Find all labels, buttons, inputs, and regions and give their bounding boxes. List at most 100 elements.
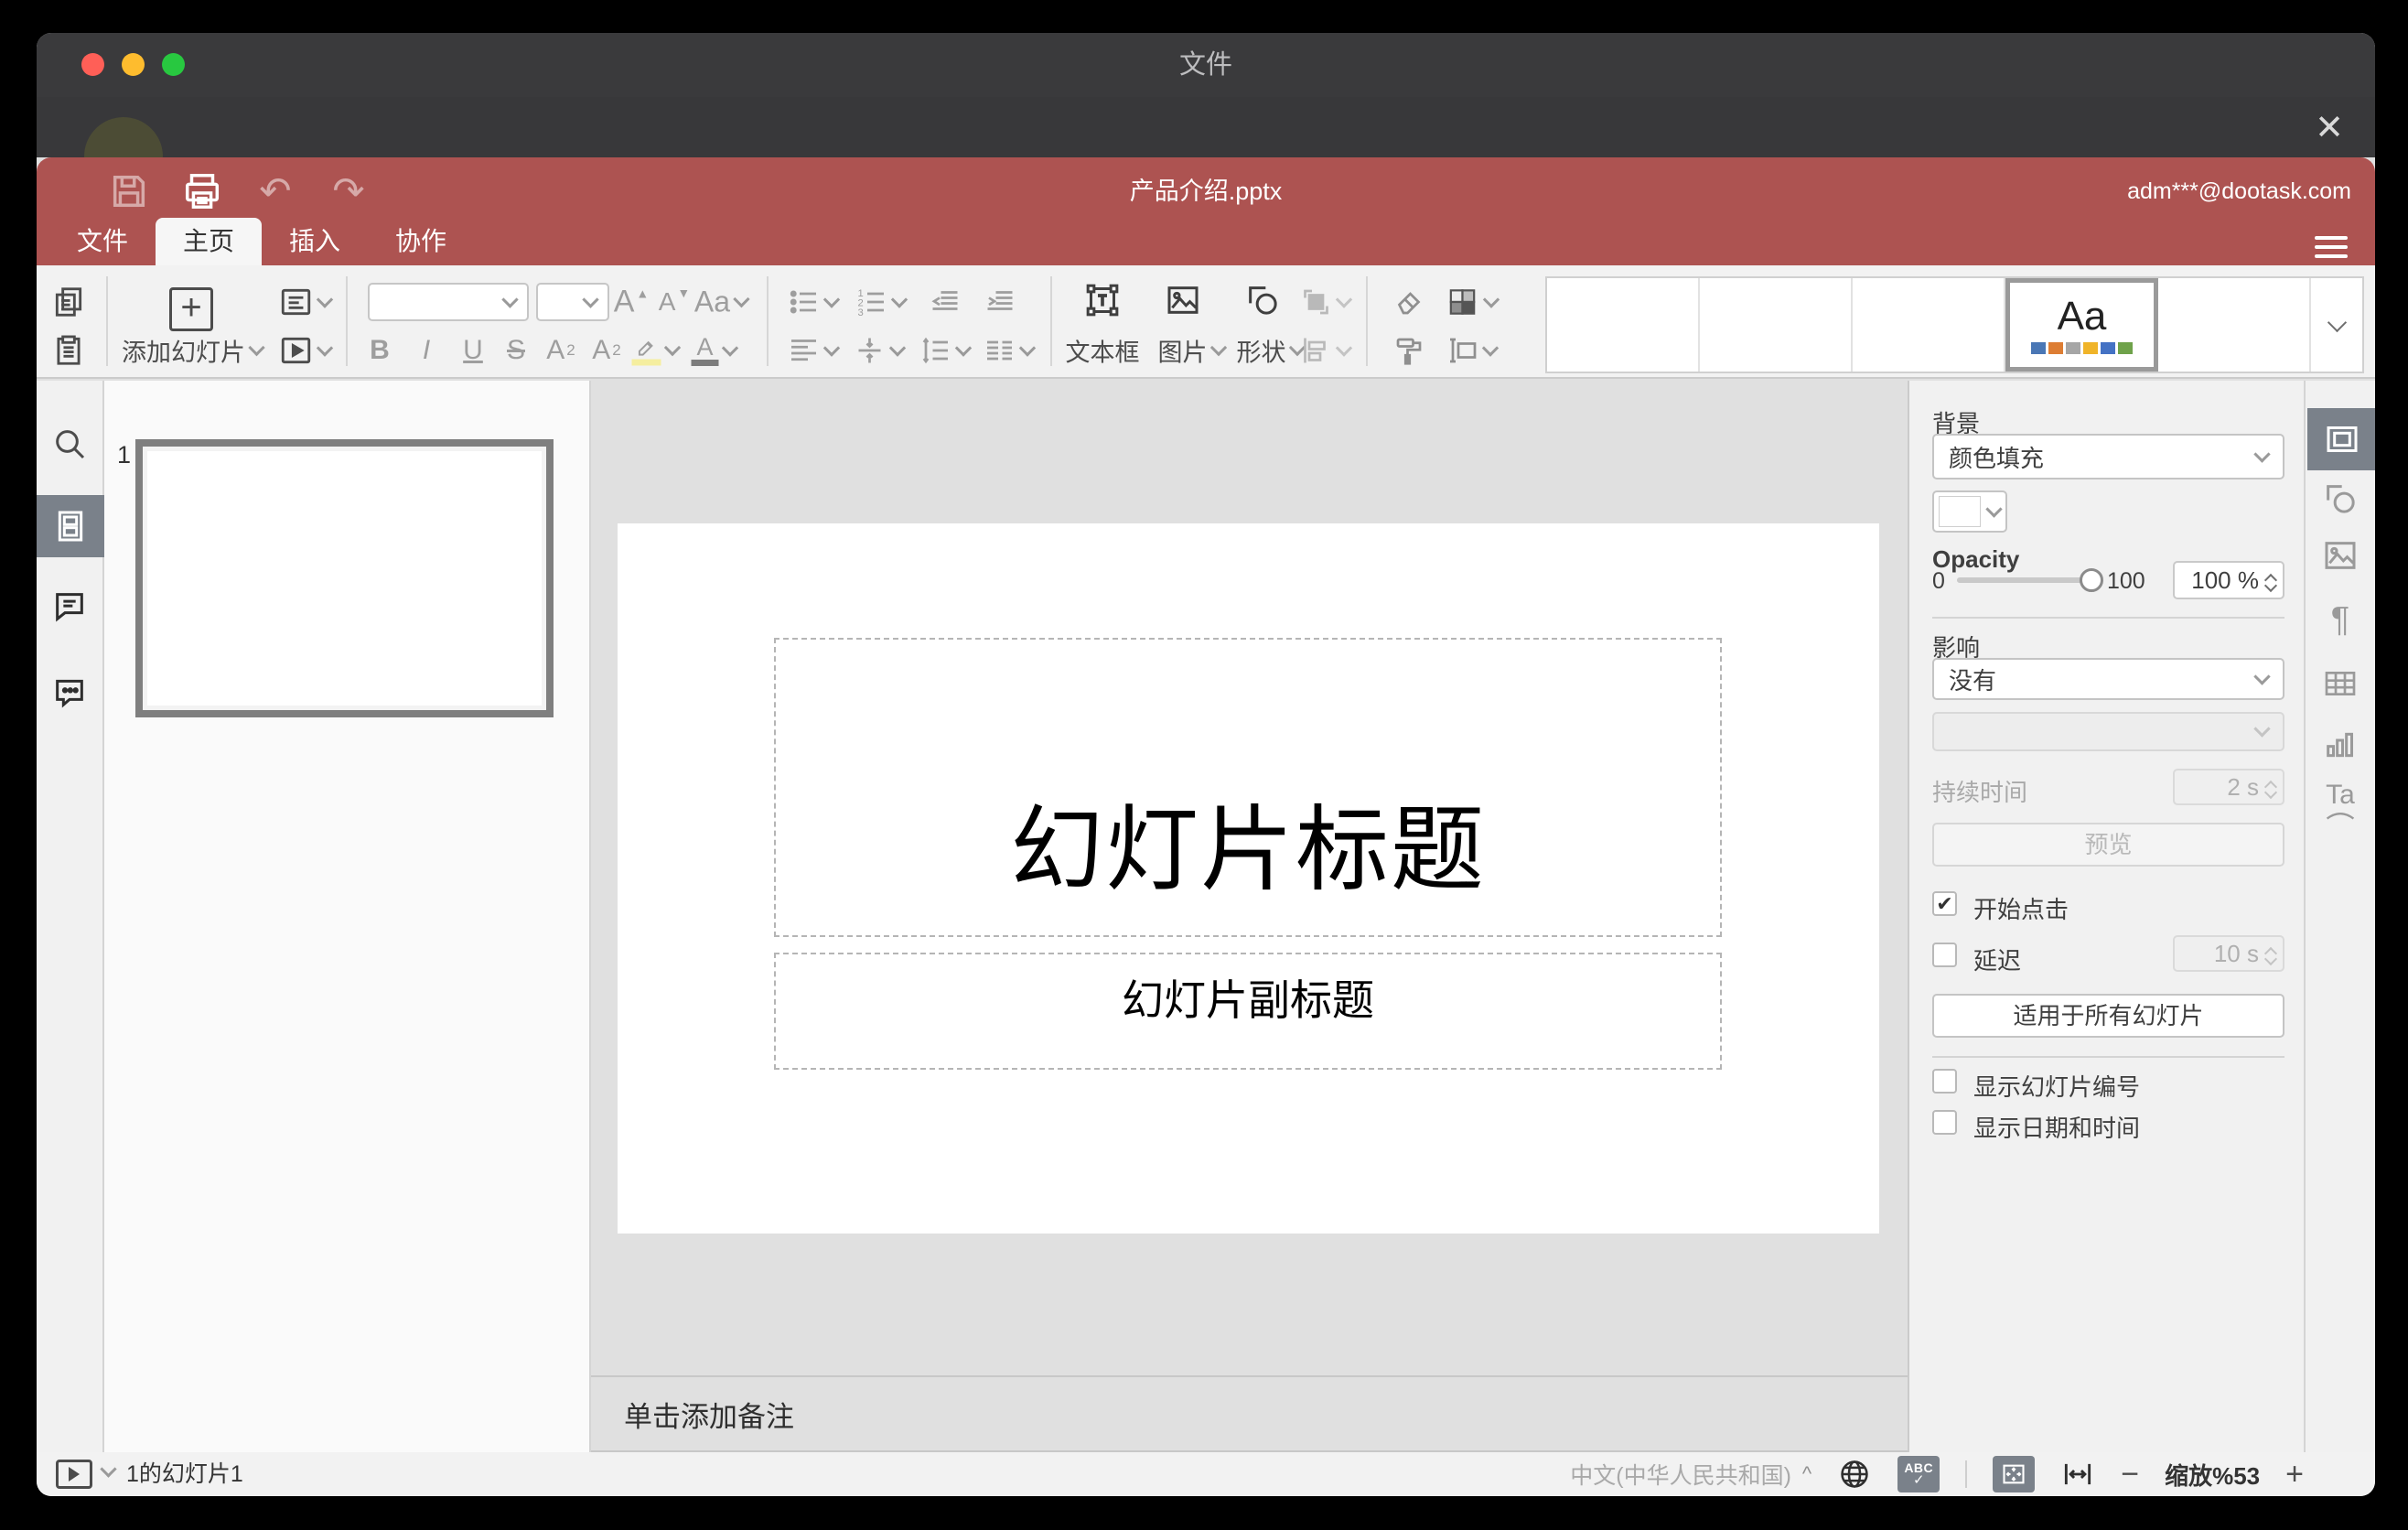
align-text-icon[interactable] [788, 334, 841, 367]
tab-collaboration[interactable]: 协作 [368, 218, 474, 265]
toolbar-separator [1366, 276, 1368, 366]
add-slide-button[interactable]: + [169, 287, 213, 331]
numbered-list-icon[interactable]: 1 2 3 [855, 286, 908, 318]
superscript-icon[interactable]: A2 [546, 335, 575, 366]
chat-icon[interactable] [51, 673, 88, 710]
align-shapes-icon[interactable] [1300, 334, 1353, 367]
increase-font-icon[interactable]: A ▲ [614, 285, 650, 320]
shape-settings-icon[interactable] [2322, 480, 2359, 517]
paragraph-settings-icon[interactable]: ¶ [2331, 601, 2349, 641]
search-icon[interactable] [51, 426, 88, 462]
apply-to-all-slides-button[interactable]: 适用于所有幻灯片 [1932, 994, 2284, 1038]
image-settings-icon[interactable] [2322, 537, 2359, 574]
font-color-icon[interactable]: A [691, 335, 739, 366]
eraser-icon[interactable] [1392, 286, 1425, 318]
preview-button[interactable]: 预览 [1932, 823, 2284, 867]
slide-settings-icon[interactable] [2307, 408, 2375, 470]
table-settings-icon[interactable] [2322, 665, 2359, 702]
add-slide-label-button[interactable]: 添加幻灯片 [122, 333, 265, 369]
theme-option[interactable] [1547, 278, 1700, 372]
comments-icon[interactable] [51, 588, 88, 625]
subtitle-placeholder[interactable]: 幻灯片副标题 [774, 953, 1722, 1070]
slide-thumbnails-pane: 1 [104, 381, 591, 1452]
paste-icon[interactable] [51, 333, 86, 368]
textbox-label[interactable]: 文本框 [1066, 333, 1140, 369]
decrease-indent-icon[interactable] [929, 286, 962, 318]
opacity-spinner[interactable]: 100 % [2173, 561, 2284, 599]
slideshow-options-chevron-icon[interactable] [100, 1460, 117, 1478]
tab-home[interactable]: 主页 [156, 218, 263, 265]
toolbar: + 添加幻灯片 A ▲ A ▼ Aa B I U S A 2 A 2 A 1 2… [37, 265, 2375, 379]
copy-style-icon[interactable] [1392, 334, 1425, 367]
font-size-select[interactable] [536, 283, 609, 321]
highlight-color-icon[interactable] [631, 336, 682, 366]
subscript-icon[interactable]: A2 [592, 335, 620, 366]
title-placeholder[interactable]: 幻灯片标题 [774, 638, 1722, 937]
start-slideshow-icon[interactable] [279, 333, 334, 368]
zoom-out-icon[interactable]: − [2121, 1457, 2139, 1492]
shape-label[interactable]: 形状 [1237, 333, 1306, 369]
image-label[interactable]: 图片 [1158, 333, 1228, 369]
shape-icon[interactable] [1244, 282, 1281, 318]
tab-file[interactable]: 文件 [49, 218, 156, 265]
notes-area[interactable]: 单击添加备注 [591, 1375, 1908, 1452]
theme-option[interactable] [1700, 278, 1853, 372]
left-sidebar [37, 381, 104, 1452]
underline-icon[interactable]: U [463, 335, 483, 366]
opacity-slider[interactable] [1957, 577, 2096, 583]
theme-option-selected[interactable]: Aa [2005, 278, 2158, 372]
chart-settings-icon[interactable] [2322, 727, 2359, 763]
language-caret-icon[interactable]: ^ [1802, 1462, 1811, 1486]
theme-option[interactable] [1853, 278, 2005, 372]
duration-spinner[interactable]: 2 s [2173, 769, 2284, 805]
background-fill-select[interactable]: 颜色填充 [1932, 434, 2284, 479]
show-date-time-checkbox[interactable] [1932, 1110, 1957, 1135]
zoom-in-icon[interactable]: + [2285, 1457, 2304, 1492]
language-selector[interactable]: 中文(中华人民共和国) [1570, 1458, 1791, 1491]
textbox-icon[interactable] [1084, 282, 1121, 318]
image-icon[interactable] [1165, 282, 1201, 318]
slide-canvas[interactable]: 幻灯片标题 幻灯片副标题 [618, 523, 1879, 1234]
theme-gallery-expand-icon[interactable] [2311, 278, 2362, 372]
color-scheme-icon[interactable] [1446, 285, 1500, 319]
globe-icon[interactable] [1837, 1457, 1872, 1492]
fit-to-width-icon[interactable] [2060, 1457, 2095, 1492]
close-dialog-icon[interactable]: ✕ [2304, 102, 2355, 154]
strikethrough-icon[interactable]: S [507, 335, 525, 366]
start-on-click-checkbox[interactable]: ✔ [1932, 891, 1957, 916]
theme-gallery: Aa [1545, 276, 2364, 373]
line-spacing-icon[interactable] [919, 334, 973, 367]
italic-icon[interactable]: I [423, 335, 430, 366]
bold-icon[interactable]: B [370, 335, 390, 366]
fit-to-slide-icon[interactable] [1993, 1456, 2036, 1492]
tab-insert[interactable]: 插入 [262, 218, 368, 265]
background-app-strip [37, 97, 2375, 157]
change-case-icon[interactable]: Aa [694, 286, 750, 319]
copy-icon[interactable] [51, 285, 86, 319]
account-email: adm***@dootask.com [2127, 178, 2351, 204]
delay-checkbox[interactable] [1932, 943, 1957, 967]
font-name-select[interactable] [368, 283, 529, 321]
slide-size-icon[interactable] [1446, 334, 1500, 367]
slides-panel-icon[interactable] [37, 495, 104, 557]
delay-spinner[interactable]: 10 s [2173, 935, 2284, 972]
statusbar-separator [1965, 1460, 1968, 1488]
slide-thumbnail[interactable] [135, 439, 554, 717]
columns-icon[interactable] [984, 334, 1037, 367]
start-slideshow-status-icon[interactable] [56, 1460, 92, 1489]
spellcheck-icon[interactable]: ABC ✓ [1897, 1456, 1940, 1492]
change-layout-icon[interactable] [279, 285, 334, 319]
arrange-icon[interactable] [1300, 286, 1353, 318]
effect-type-select[interactable] [1932, 712, 2284, 751]
increase-indent-icon[interactable] [984, 286, 1016, 318]
theme-option[interactable] [2158, 278, 2311, 372]
effect-select[interactable]: 没有 [1932, 658, 2284, 700]
vertical-align-icon[interactable] [854, 334, 907, 367]
menu-icon[interactable] [2315, 231, 2348, 258]
fill-color-select[interactable] [1932, 490, 2007, 533]
opacity-slider-thumb[interactable] [2080, 568, 2103, 592]
bullet-list-icon[interactable] [788, 286, 841, 318]
show-slide-number-checkbox[interactable] [1932, 1069, 1957, 1094]
decrease-font-icon[interactable]: A ▼ [659, 286, 691, 317]
text-art-settings-icon[interactable]: Ta [2324, 780, 2357, 820]
